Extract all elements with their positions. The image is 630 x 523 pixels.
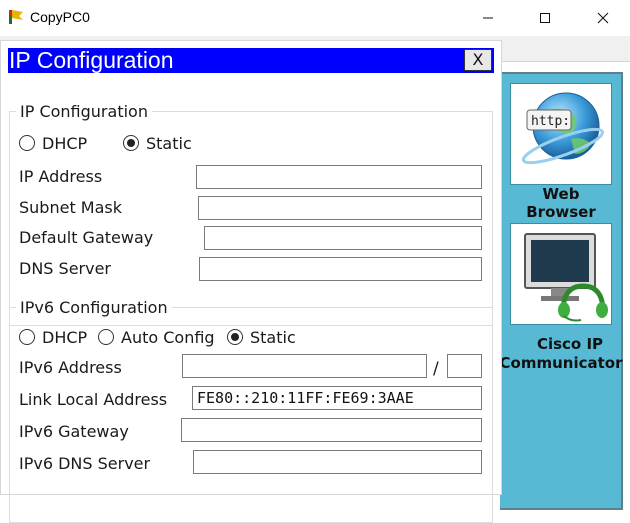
ipv4-static-radio[interactable]	[123, 135, 139, 151]
subnet-mask-input[interactable]	[198, 196, 482, 220]
ip-configuration-close-button[interactable]: X	[464, 49, 492, 71]
dns-server-input[interactable]	[199, 257, 482, 281]
ip-configuration-title-bar: IP Configuration X	[8, 47, 494, 73]
ip-address-label: IP Address	[19, 167, 103, 186]
prefix-separator: /	[433, 359, 439, 379]
link-local-address-input[interactable]	[192, 386, 482, 410]
app-icon	[9, 10, 23, 24]
ipv4-configuration-group: IP Configuration DHCP Static IP Address …	[9, 102, 493, 326]
link-local-address-label: Link Local Address	[19, 390, 168, 409]
ipv6-static-label[interactable]: Static	[250, 328, 296, 348]
ipv6-address-input[interactable]	[182, 354, 427, 378]
cisco-ip-communicator-label-line1[interactable]: Cisco IP	[500, 335, 630, 354]
window-title: CopyPC0	[30, 9, 90, 25]
ipv6-dhcp-radio[interactable]	[19, 329, 35, 345]
window-title-bar: CopyPC0	[0, 0, 630, 36]
ipv4-group-legend: IP Configuration	[16, 102, 152, 122]
default-gateway-input[interactable]	[204, 226, 482, 250]
web-browser-icon: http:	[521, 92, 605, 165]
close-window-button[interactable]	[580, 0, 626, 36]
ipv6-dhcp-label[interactable]: DHCP	[42, 328, 87, 348]
ipv6-configuration-group: IPv6 Configuration DHCP Auto Config Stat…	[9, 298, 493, 523]
ip-configuration-title: IP Configuration	[9, 47, 174, 73]
web-browser-label-line1[interactable]: Web	[510, 185, 612, 204]
maximize-icon	[540, 13, 550, 23]
ip-address-input[interactable]	[196, 165, 482, 189]
default-gateway-label: Default Gateway	[19, 228, 154, 247]
ipv6-prefix-length-input[interactable]	[447, 354, 482, 378]
ipv6-dns-server-label: IPv6 DNS Server	[19, 454, 151, 473]
maximize-button[interactable]	[522, 0, 568, 36]
ipv6-address-label: IPv6 Address	[19, 358, 122, 377]
subnet-mask-label: Subnet Mask	[19, 198, 123, 217]
web-browser-app[interactable]: http:	[510, 83, 612, 185]
minimize-button[interactable]	[465, 0, 511, 36]
cisco-ip-communicator-label-line2[interactable]: Communicator	[488, 354, 630, 373]
dns-server-label: DNS Server	[19, 259, 111, 278]
ipv6-dns-server-input[interactable]	[193, 450, 482, 474]
minimize-icon	[483, 17, 493, 19]
ipv6-group-legend: IPv6 Configuration	[16, 298, 172, 318]
ipv6-auto-config-radio[interactable]	[98, 329, 114, 345]
ipv6-gateway-input[interactable]	[181, 418, 482, 442]
web-browser-label-line2[interactable]: Browser	[510, 203, 612, 217]
ipv4-dhcp-label[interactable]: DHCP	[42, 134, 87, 154]
cisco-ip-communicator-icon	[524, 233, 608, 322]
close-icon	[597, 12, 609, 24]
cisco-ip-communicator-app[interactable]	[510, 223, 612, 325]
ipv6-gateway-label: IPv6 Gateway	[19, 422, 129, 441]
ipv6-static-radio[interactable]	[227, 329, 243, 345]
ipv6-auto-config-label[interactable]: Auto Config	[121, 328, 215, 348]
ipv4-static-label[interactable]: Static	[146, 134, 192, 154]
http-badge: http:	[531, 114, 570, 129]
ip-configuration-window: IP Configuration X IP Configuration DHCP…	[0, 40, 502, 523]
ipv4-dhcp-radio[interactable]	[19, 135, 35, 151]
